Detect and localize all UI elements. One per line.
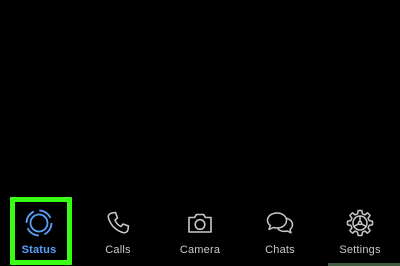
tab-chats[interactable]: Chats: [250, 196, 310, 266]
bottom-tab-bar: Status Calls Camera Chats Settings: [0, 196, 400, 266]
tab-camera-label: Camera: [179, 244, 221, 256]
tab-status[interactable]: Status: [10, 196, 68, 266]
camera-icon: [188, 213, 212, 233]
status-ring-icon: [25, 209, 53, 237]
tab-camera[interactable]: Camera: [170, 196, 230, 266]
tab-status-label: Status: [21, 244, 57, 256]
chat-bubbles-icon: [266, 212, 294, 234]
gear-icon: [346, 209, 374, 237]
tab-settings[interactable]: Settings: [330, 196, 390, 266]
tab-chats-label: Chats: [265, 244, 295, 256]
app-screen: Status Calls Camera Chats Settings: [0, 0, 400, 266]
main-content-area: [0, 0, 400, 196]
phone-icon: [107, 211, 130, 234]
tab-calls[interactable]: Calls: [89, 196, 147, 266]
tab-calls-label: Calls: [105, 244, 131, 256]
tab-settings-label: Settings: [339, 244, 381, 256]
